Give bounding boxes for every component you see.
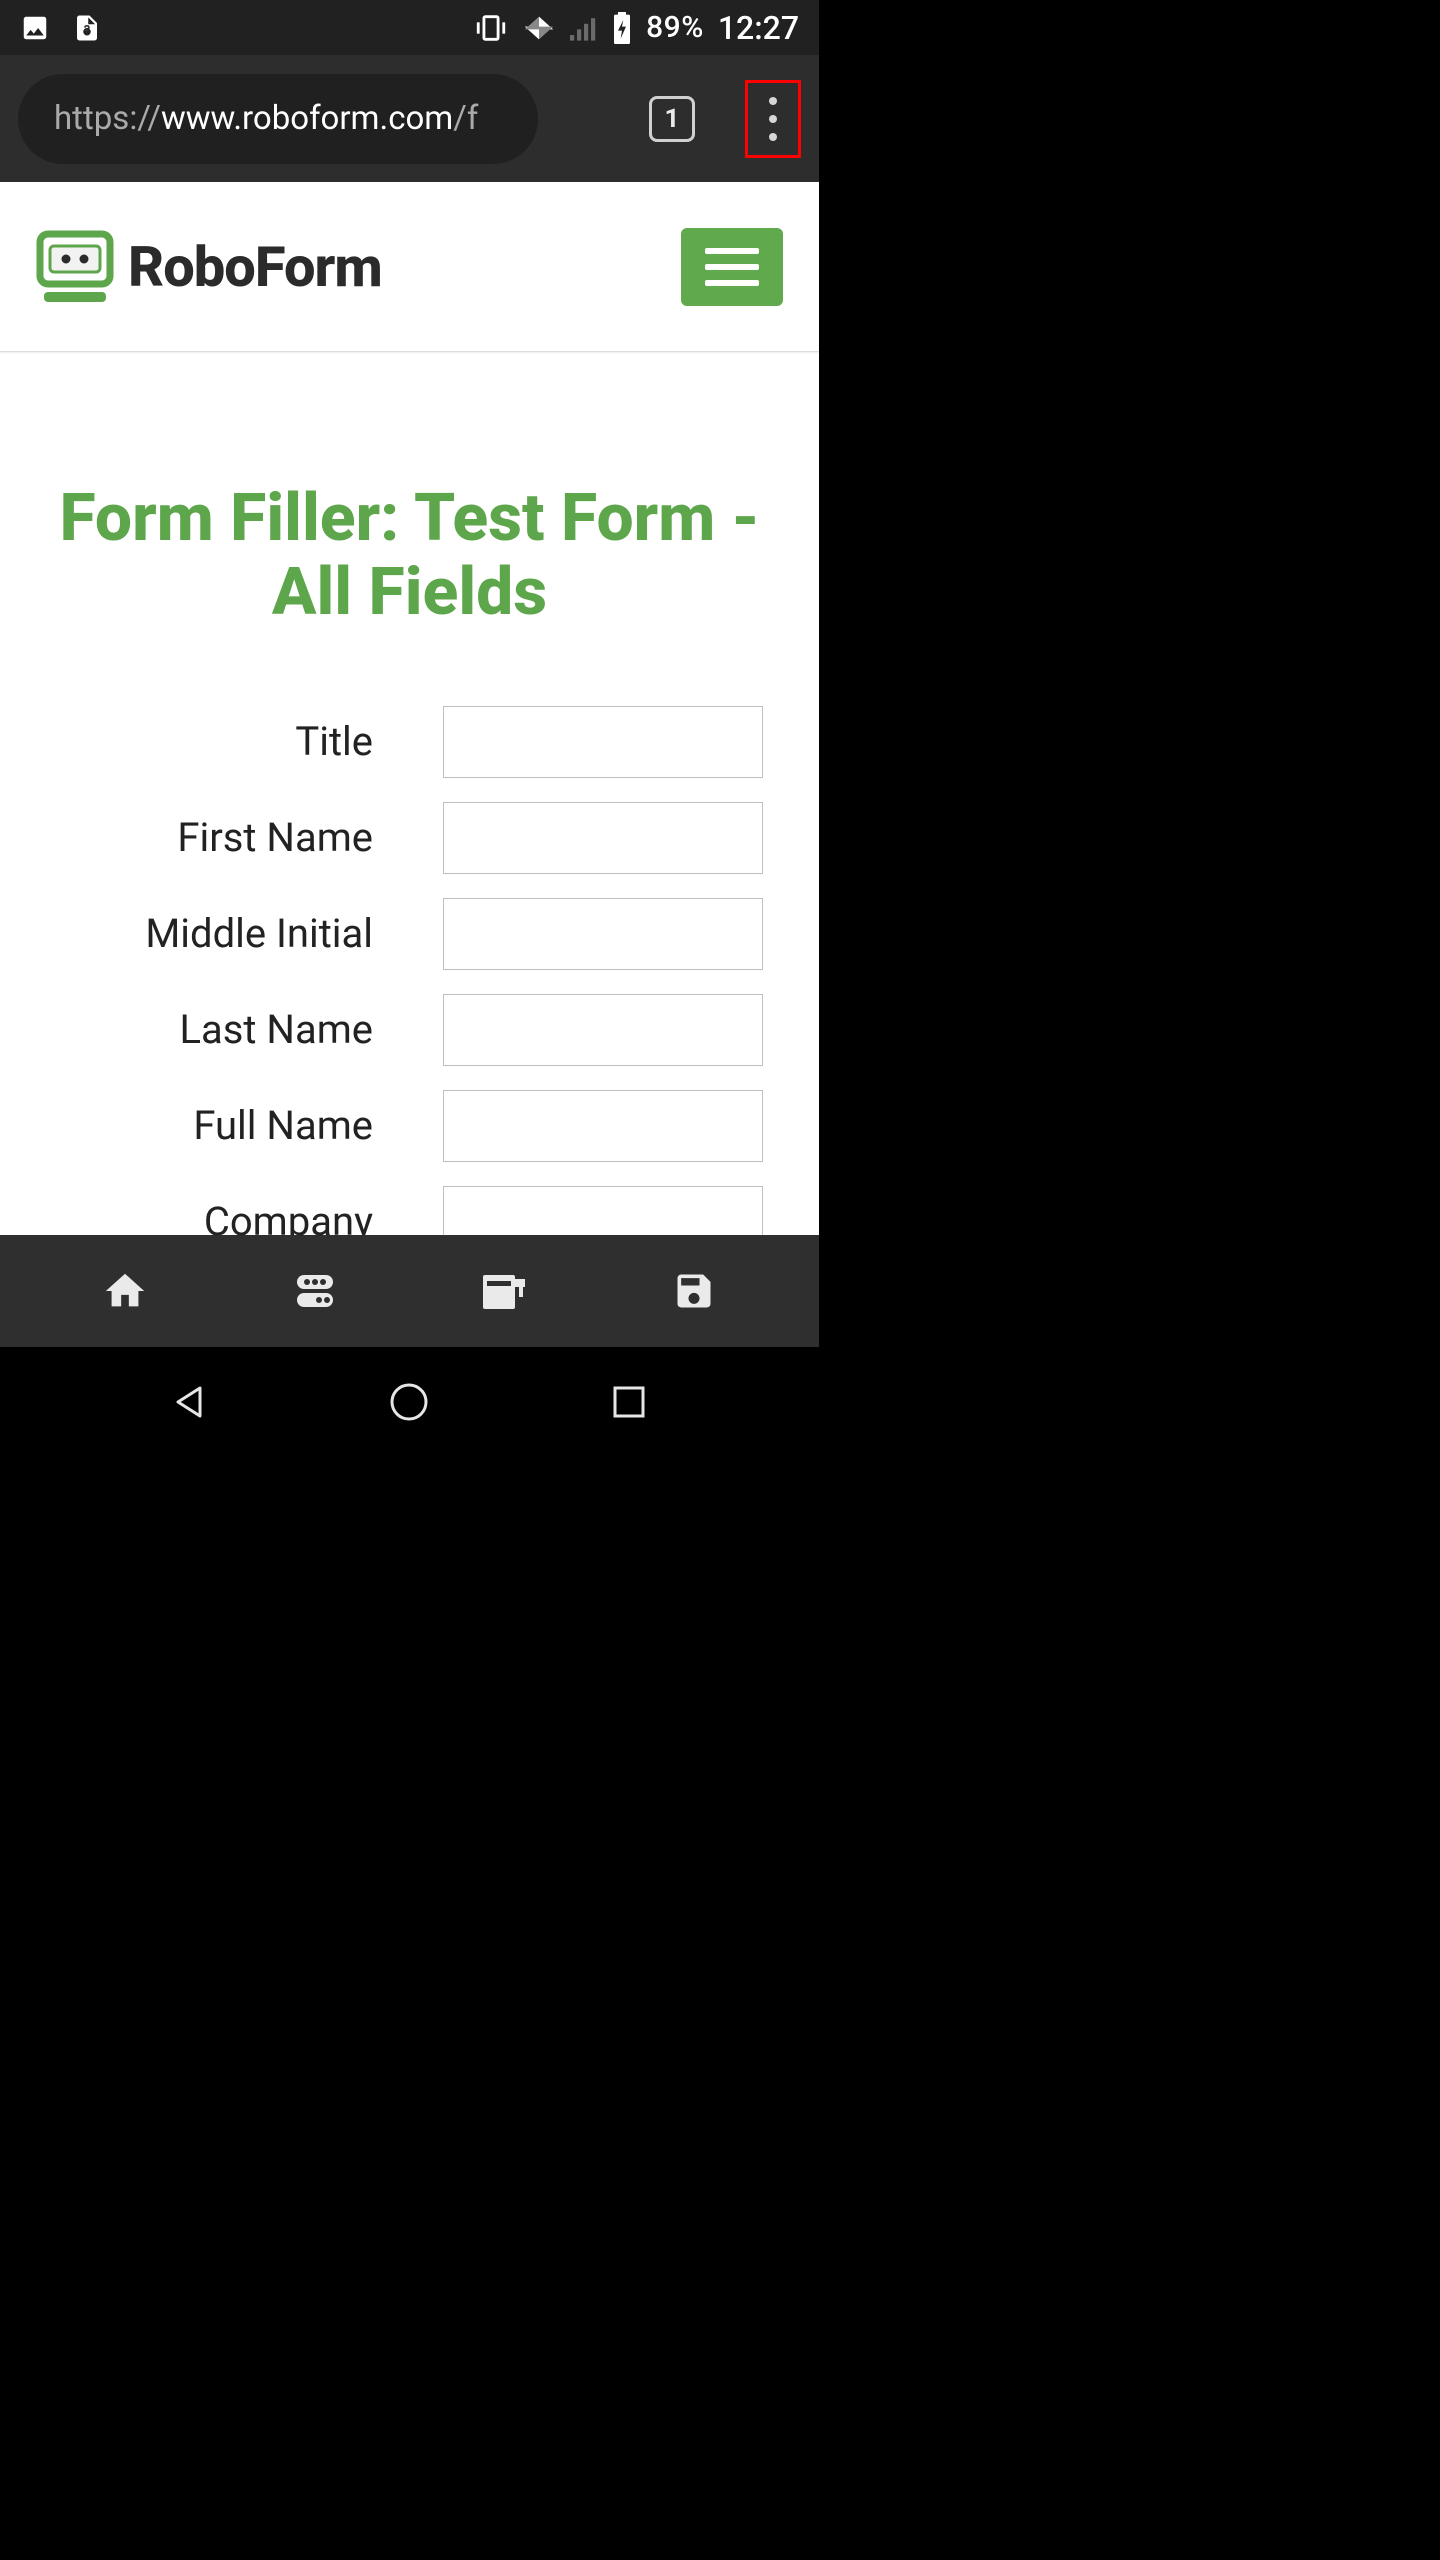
- url-bar[interactable]: https://www.roboform.com/f: [18, 74, 538, 164]
- kebab-dot-icon: [769, 133, 777, 141]
- home-icon: [102, 1268, 148, 1314]
- form-row-first-name: First Name: [56, 796, 763, 880]
- url-domain: www.roboform.com: [161, 99, 453, 138]
- battery-percentage: 89%: [646, 10, 704, 45]
- input-first-name[interactable]: [443, 802, 763, 874]
- form-row-full-name: Full Name: [56, 1084, 763, 1168]
- tab-count-text: 1: [665, 104, 680, 134]
- fill-button[interactable]: [444, 1261, 564, 1321]
- clock-text: 12:27: [718, 9, 799, 47]
- circle-home-icon: [388, 1381, 430, 1423]
- recents-button[interactable]: [569, 1372, 689, 1432]
- test-form: Title First Name Middle Initial Last Nam…: [0, 690, 819, 1235]
- battery-charging-icon: [612, 12, 632, 44]
- save-button[interactable]: [634, 1261, 754, 1321]
- back-button[interactable]: [130, 1372, 250, 1432]
- kebab-dot-icon: [769, 115, 777, 123]
- document-icon: ?: [72, 13, 102, 43]
- form-row-title: Title: [56, 700, 763, 784]
- label-middle-initial: Middle Initial: [56, 910, 373, 957]
- hamburger-bar-icon: [705, 264, 759, 270]
- card-key-icon: [479, 1267, 529, 1315]
- picture-icon: [20, 13, 50, 43]
- browser-toolbar: https://www.roboform.com/f 1: [0, 55, 819, 182]
- label-first-name: First Name: [56, 814, 373, 861]
- dots-toggle-icon: [291, 1267, 339, 1315]
- page-title: Form Filler: Test Form - All Fields: [0, 352, 819, 690]
- webpage-content[interactable]: RoboForm Form Filler: Test Form - All Fi…: [0, 182, 819, 1235]
- brand-text: RoboForm: [128, 234, 382, 300]
- label-company: Company: [56, 1198, 373, 1235]
- status-right-group: 89% 12:27: [474, 9, 799, 47]
- cell-signal-icon: [570, 15, 598, 41]
- android-status-bar: ? 89% 12:27: [0, 0, 819, 55]
- triangle-back-icon: [170, 1382, 210, 1422]
- form-row-company: Company: [56, 1180, 763, 1235]
- hamburger-bar-icon: [705, 248, 759, 254]
- status-left-icons: ?: [20, 13, 102, 43]
- site-menu-button[interactable]: [681, 228, 783, 306]
- label-last-name: Last Name: [56, 1006, 373, 1053]
- hamburger-bar-icon: [705, 280, 759, 286]
- site-header: RoboForm: [0, 182, 819, 352]
- url-path: /f: [453, 99, 478, 138]
- label-title: Title: [56, 718, 373, 765]
- tab-switcher-button[interactable]: 1: [649, 96, 695, 142]
- roboform-logo-icon: [36, 228, 114, 306]
- input-full-name[interactable]: [443, 1090, 763, 1162]
- square-recents-icon: [611, 1384, 647, 1420]
- kebab-dot-icon: [769, 97, 777, 105]
- save-icon: [672, 1269, 716, 1313]
- input-title[interactable]: [443, 706, 763, 778]
- url-scheme: https://: [54, 99, 161, 138]
- input-last-name[interactable]: [443, 994, 763, 1066]
- brand-logo[interactable]: RoboForm: [36, 228, 382, 306]
- wifi-icon: [522, 13, 556, 43]
- svg-text:?: ?: [84, 23, 90, 38]
- form-row-last-name: Last Name: [56, 988, 763, 1072]
- label-full-name: Full Name: [56, 1102, 373, 1149]
- home-nav-button[interactable]: [349, 1372, 469, 1432]
- input-middle-initial[interactable]: [443, 898, 763, 970]
- home-button[interactable]: [65, 1261, 185, 1321]
- browser-menu-button[interactable]: [745, 80, 801, 158]
- form-row-middle-initial: Middle Initial: [56, 892, 763, 976]
- android-nav-bar: [0, 1347, 819, 1456]
- actions-button[interactable]: [255, 1261, 375, 1321]
- app-bottom-toolbar: [0, 1235, 819, 1347]
- vibrate-icon: [474, 13, 508, 43]
- input-company[interactable]: [443, 1186, 763, 1235]
